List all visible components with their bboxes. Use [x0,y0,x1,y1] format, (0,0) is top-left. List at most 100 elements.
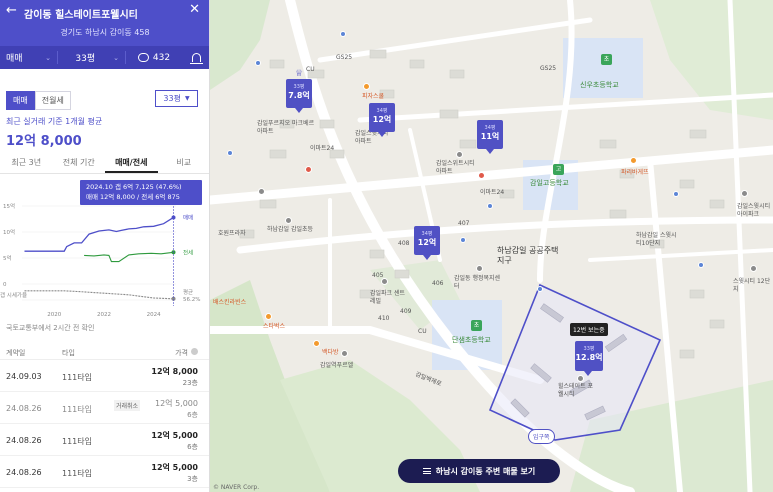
comments-button[interactable]: 432 [126,53,176,63]
map-copyright: © NAVER Corp. [213,484,260,491]
size-select[interactable]: 33평 ⌄ [58,51,126,64]
tab-sale[interactable]: 매매 [6,91,35,110]
y-tick-label: 5억 [3,254,12,262]
price-pin[interactable]: 34평 12억 [369,103,395,137]
entrance-marker[interactable]: 입구쪽 [528,429,555,444]
back-arrow-icon[interactable]: ← [6,4,17,18]
price-pin[interactable]: 34평 12억 [414,226,440,260]
speech-bubble-icon [137,53,149,62]
bus-stop-icon[interactable] [460,237,466,243]
map-label-store[interactable]: GS25 [540,65,556,72]
col-date: 계약일 [6,349,26,357]
store-icon[interactable] [305,166,312,173]
size-dropdown[interactable]: 33평 ▼ [155,90,198,107]
map-label-office[interactable]: 감일동 행정복지센터 [454,275,504,291]
transaction-row[interactable]: 24.08.26 111타입 12억 5,000 3층 [0,456,209,488]
tab-lease[interactable]: 전월세 [34,91,71,110]
government-office-icon[interactable] [476,265,483,272]
transaction-row[interactable]: 24.08.26 111타입 12억 5,000 6층 [0,424,209,456]
map-label-store[interactable]: GS25 [336,54,352,61]
map-label-apartment[interactable]: 스윗시티 12단지 [733,278,773,294]
map-label-school[interactable]: 신우초등학교 [580,80,619,90]
bus-stop-icon[interactable] [255,60,261,66]
transaction-price: 12억 5,000 [151,431,198,440]
transaction-price: 12억 8,000 [151,367,198,376]
cancelled-badge: 거래취소 [114,400,141,411]
building-icon[interactable] [258,188,265,195]
list-icon [422,468,431,474]
panel-header: ← 감이동 힐스테이트포웰시티 ✕ 경기도 하남시 감이동 458 매매 ⌄ 33… [0,0,209,69]
map-label-apartment[interactable]: 감일푸르지오 마크베르아파트 [257,120,317,136]
building-icon[interactable] [750,265,757,272]
cafe-icon[interactable] [313,340,320,347]
tab-recent-3y[interactable]: 최근 3년 [0,152,53,173]
bus-stop-icon[interactable] [537,286,543,292]
map-label-school[interactable]: 하남감일 감일초등 [267,226,317,234]
building-icon[interactable] [741,190,748,197]
x-tick-label: 2020 [47,312,61,318]
data-source-note: 국토교통부에서 2시간 전 확인 [6,324,95,332]
apartment-icon[interactable] [577,375,584,382]
school-icon[interactable]: 초 [601,54,612,65]
average-price: 12억 8,000 [6,134,82,149]
map-label-apartment[interactable]: 힐스테이트 포웰시티 [558,383,598,399]
transaction-row[interactable]: 24.08.26 111타입 거래취소 12억 5,000 6층 [0,392,209,424]
tab-sale-lease[interactable]: 매매/전세 [105,152,158,173]
series-end-label: 56.2% [183,297,200,303]
map-label-apartment[interactable]: 감일스윗시티 아파트 [355,130,395,146]
tab-all-period[interactable]: 전체 기간 [53,152,106,173]
bus-stop-icon[interactable] [227,150,233,156]
map-label-bakery[interactable]: 파리바게뜨 [621,167,649,176]
map-label-store[interactable]: 이마트24 [480,187,504,196]
map-label-store[interactable]: 이마트24 [310,143,334,152]
price-pin[interactable]: 34평 11억 [477,120,503,154]
transaction-row[interactable]: 24.09.03 111타입 12억 8,000 23층 [0,360,209,392]
transaction-date: 24.09.03 [6,372,42,381]
restaurant-icon[interactable] [363,83,370,90]
transaction-type: 111타입 [62,405,92,414]
map-label-apartment[interactable]: 감일스위트시티 아파트 [436,160,480,176]
map-label-store[interactable]: CU [418,328,427,335]
bus-stop-icon[interactable] [487,203,493,209]
map-view[interactable]: 초 고 초 신우초등학교 감일고등학교 단샘초등학교 하남감일 공공주택지구 감… [210,0,773,492]
transaction-type: 111타입 [62,373,92,382]
price-basis-label: 최근 실거래 기준 1개월 평균 [6,117,103,126]
bakery-icon[interactable] [630,157,637,164]
notification-button[interactable] [176,53,209,64]
school-icon[interactable]: 초 [471,320,482,331]
map-label-apartment[interactable]: 하남감일 스윗시티10단지 [636,232,682,248]
tab-compare[interactable]: 비교 [158,152,210,173]
close-icon[interactable]: ✕ [189,3,200,17]
building-icon[interactable] [285,217,292,224]
y-tick-label: 0 [3,282,7,288]
bus-stop-icon[interactable] [673,191,679,197]
map-label-school[interactable]: 감일고등학교 [530,178,569,188]
cafe-icon[interactable] [265,313,272,320]
price-pin[interactable]: ♕ 33평 7.8억 [286,70,312,113]
building-icon[interactable] [341,350,348,357]
map-label-building[interactable]: 호원프라자 [218,228,246,237]
map-label-apartment[interactable]: 감일파크 센트레빌 [370,290,408,306]
map-label-district[interactable]: 하남감일 공공주택지구 [497,246,561,266]
map-label-store[interactable]: 배스킨라빈스 [213,297,246,306]
price-chart: 15억 10억 5억 0 2020 2022 2024 2024.10 갭 6억 7,125 … [0,176,209,320]
bus-stop-icon[interactable] [698,262,704,268]
x-tick-label: 2022 [97,312,111,318]
map-label-restaurant[interactable]: 피자스쿨 [362,91,384,100]
map-label-apartment[interactable]: 감일역푸르엘 [320,360,353,369]
map-label-school[interactable]: 단샘초등학교 [452,335,491,345]
map-label-cafe[interactable]: 스타벅스 [263,321,285,330]
col-type: 타입 [62,349,75,357]
transaction-list: 24.09.03 111타입 12억 8,000 23층 24.08.26 111타입 거래… [0,360,209,488]
school-icon[interactable]: 고 [553,164,564,175]
bus-stop-icon[interactable] [340,31,346,37]
building-icon[interactable] [381,278,388,285]
nearby-listings-button[interactable]: 하남시 감이동 주변 매물 보기 [398,459,560,483]
sort-icon[interactable] [191,348,198,355]
selected-complex-pin[interactable]: 33평 12.8억 [575,341,603,376]
deal-type-select[interactable]: 매매 ⌄ [0,51,58,64]
building-icon[interactable] [456,151,463,158]
map-label-store[interactable]: CU [306,66,315,73]
map-label-cafe[interactable]: 백다방 [322,347,339,356]
map-label-apartment[interactable]: 감일스윗시티 아이파크 [737,203,773,219]
